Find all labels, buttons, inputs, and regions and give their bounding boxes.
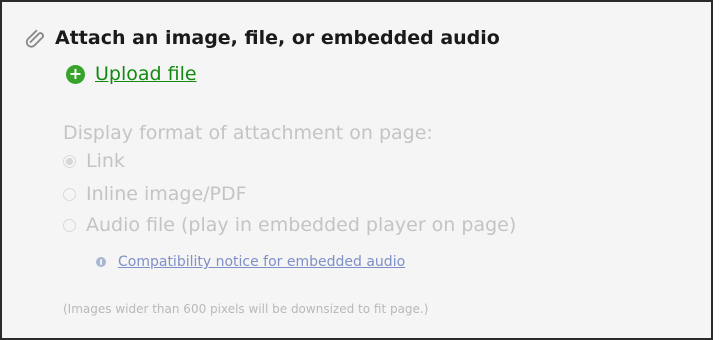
radio-link[interactable]: [63, 154, 76, 168]
radio-audio[interactable]: [63, 218, 76, 232]
section-header: Attach an image, file, or embedded audio: [24, 27, 500, 49]
image-size-note: (Images wider than 600 pixels will be do…: [63, 302, 429, 316]
format-option-label: Audio file (play in embedded player on p…: [86, 214, 517, 236]
display-format-label: Display format of attachment on page:: [63, 122, 433, 144]
radio-inline[interactable]: [63, 187, 76, 201]
plus-circle-icon[interactable]: +: [66, 64, 85, 84]
compatibility-notice-link[interactable]: Compatibility notice for embedded audio: [118, 254, 405, 270]
format-option-inline[interactable]: Inline image/PDF: [63, 183, 247, 205]
format-option-link[interactable]: Link: [63, 150, 125, 172]
paperclip-icon: [25, 29, 44, 48]
format-option-audio[interactable]: Audio file (play in embedded player on p…: [63, 214, 516, 236]
format-option-label: Link: [86, 150, 125, 172]
format-option-label: Inline image/PDF: [86, 183, 247, 205]
info-icon: [96, 257, 106, 267]
section-title: Attach an image, file, or embedded audio: [55, 27, 500, 49]
attachment-panel: Attach an image, file, or embedded audio…: [0, 0, 713, 340]
compatibility-notice-row[interactable]: Compatibility notice for embedded audio: [96, 254, 405, 270]
upload-file-link[interactable]: Upload file: [95, 63, 197, 85]
upload-file-row[interactable]: + Upload file: [66, 63, 197, 85]
